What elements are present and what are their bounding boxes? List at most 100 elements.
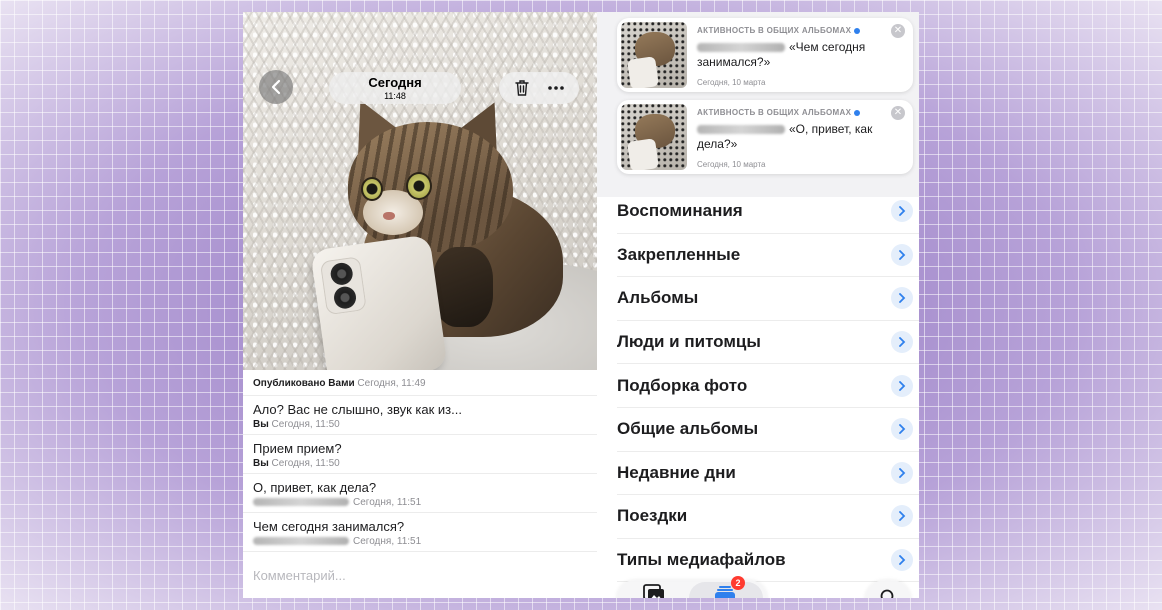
trash-icon xyxy=(515,80,529,96)
comment-time: Сегодня, 11:50 xyxy=(271,419,340,430)
thumb-phone xyxy=(627,56,659,88)
menu-item-pinned[interactable]: Закрепленные xyxy=(617,234,919,278)
notification-date: Сегодня, 10 марта xyxy=(697,78,766,87)
chevron-right-icon xyxy=(891,418,913,441)
menu-item-label: Общие альбомы xyxy=(617,419,759,439)
published-line: Опубликовано Вами Сегодня, 11:49 xyxy=(243,370,597,396)
notification-thumbnail xyxy=(621,104,687,170)
comment-author: Вы xyxy=(253,419,269,430)
phone-shape xyxy=(310,234,448,370)
chevron-right-icon xyxy=(891,374,913,397)
search-icon xyxy=(880,589,894,598)
menu-item-label: Поездки xyxy=(617,506,688,526)
menu-item-trips[interactable]: Поездки xyxy=(617,495,919,539)
comment-item[interactable]: Прием прием? Вы Сегодня, 11:50 xyxy=(243,435,597,474)
comment-item[interactable]: О, привет, как дела? Сегодня, 11:51 xyxy=(243,474,597,513)
unread-dot xyxy=(854,109,861,116)
chevron-right-icon xyxy=(891,287,913,310)
comment-text: Прием прием? xyxy=(253,441,342,456)
tab-group: 2 xyxy=(617,576,767,598)
notification-close-button[interactable]: ✕ xyxy=(891,106,905,120)
chevron-right-icon xyxy=(891,243,913,266)
menu-item-albums[interactable]: Альбомы xyxy=(617,277,919,321)
comment-time: Сегодня, 11:51 xyxy=(353,536,422,547)
published-time: Сегодня, 11:49 xyxy=(357,378,426,389)
cat-photo[interactable]: Сегодня 11:48 xyxy=(243,12,597,370)
action-pill xyxy=(499,72,579,104)
thumb-phone xyxy=(627,138,659,170)
menu-item-featured-photos[interactable]: Подборка фото xyxy=(617,364,919,408)
camera-lens xyxy=(332,285,358,311)
unread-dot xyxy=(854,27,861,34)
back-button[interactable] xyxy=(259,70,293,104)
comment-text: Ало? Вас не слышно, звук как из... xyxy=(253,402,462,417)
comment-time: Сегодня, 11:51 xyxy=(353,497,422,508)
menu-item-label: Люди и питомцы xyxy=(617,332,761,352)
comment-time: Сегодня, 11:50 xyxy=(271,458,340,469)
delete-button[interactable] xyxy=(509,75,535,101)
notification-card[interactable]: АКТИВНОСТЬ В ОБЩИХ АЛЬБОМАХ ✕ «Чем сегод… xyxy=(617,18,913,92)
menu-item-shared-albums[interactable]: Общие альбомы xyxy=(617,408,919,452)
notification-badge: 2 xyxy=(731,576,745,590)
notification-card[interactable]: АКТИВНОСТЬ В ОБЩИХ АЛЬБОМАХ ✕ «О, привет… xyxy=(617,100,913,174)
collections-panel: АКТИВНОСТЬ В ОБЩИХ АЛЬБОМАХ ✕ «Чем сегод… xyxy=(597,12,919,598)
menu-item-label: Типы медиафайлов xyxy=(617,550,786,570)
comment-item[interactable]: Ало? Вас не слышно, звук как из... Вы Се… xyxy=(243,396,597,435)
comments-section: Опубликовано Вами Сегодня, 11:49 Ало? Ва… xyxy=(243,370,597,552)
cat-eye-right xyxy=(406,172,432,200)
tab-bar: 2 xyxy=(597,572,919,598)
comment-text: О, привет, как дела? xyxy=(253,480,377,495)
notification-close-button[interactable]: ✕ xyxy=(891,24,905,38)
published-by: Опубликовано Вами xyxy=(253,378,355,389)
cat-eye-left xyxy=(361,177,383,201)
notification-body: «Чем сегодня занимался?» xyxy=(697,40,877,70)
more-icon xyxy=(548,86,564,90)
collections-menu: Воспоминания Закрепленные Альбомы Люди и… xyxy=(597,190,919,583)
chevron-right-icon xyxy=(891,505,913,528)
library-icon xyxy=(643,584,664,598)
camera-lens xyxy=(329,261,355,287)
notification-body: «О, привет, как дела?» xyxy=(697,122,877,152)
more-button[interactable] xyxy=(543,75,569,101)
comment-meta: Вы Сегодня, 11:50 xyxy=(253,458,587,469)
title-pill: Сегодня 11:48 xyxy=(329,72,461,104)
notifications-area: АКТИВНОСТЬ В ОБЩИХ АЛЬБОМАХ ✕ «Чем сегод… xyxy=(597,12,919,197)
notification-title-text: АКТИВНОСТЬ В ОБЩИХ АЛЬБОМАХ xyxy=(697,26,852,35)
viewer-subtitle: 11:48 xyxy=(384,91,406,101)
comment-item[interactable]: Чем сегодня занимался? Сегодня, 11:51 xyxy=(243,513,597,552)
menu-item-label: Недавние дни xyxy=(617,462,736,482)
notification-date: Сегодня, 10 марта xyxy=(697,160,766,169)
menu-item-label: Закрепленные xyxy=(617,244,741,264)
blurred-author-name xyxy=(253,498,349,507)
comment-author: Вы xyxy=(253,458,269,469)
menu-item-label: Воспоминания xyxy=(617,201,743,221)
comment-text: Чем сегодня занимался? xyxy=(253,519,405,534)
chevron-right-icon xyxy=(891,200,913,223)
comment-meta: Сегодня, 11:51 xyxy=(253,497,587,508)
notification-thumbnail xyxy=(621,22,687,88)
back-chevron-icon xyxy=(271,79,281,95)
comment-meta: Вы Сегодня, 11:50 xyxy=(253,419,587,430)
menu-item-recent-days[interactable]: Недавние дни xyxy=(617,452,919,496)
comment-meta: Сегодня, 11:51 xyxy=(253,536,587,547)
blurred-author-name xyxy=(697,125,785,135)
notification-title: АКТИВНОСТЬ В ОБЩИХ АЛЬБОМАХ xyxy=(697,26,861,35)
chevron-right-icon xyxy=(891,331,913,354)
comment-input[interactable]: Комментарий... xyxy=(253,568,346,583)
menu-item-people-pets[interactable]: Люди и питомцы xyxy=(617,321,919,365)
close-icon: ✕ xyxy=(893,107,903,118)
blurred-author-name xyxy=(253,537,349,546)
notification-title: АКТИВНОСТЬ В ОБЩИХ АЛЬБОМАХ xyxy=(697,108,861,117)
tab-library[interactable] xyxy=(643,584,665,598)
search-button[interactable] xyxy=(865,580,911,598)
viewer-title: Сегодня xyxy=(368,75,422,90)
menu-item-label: Подборка фото xyxy=(617,375,748,395)
phone-camera-block xyxy=(319,256,367,316)
close-icon: ✕ xyxy=(893,25,903,36)
cat-nose xyxy=(383,212,395,220)
menu-item-memories[interactable]: Воспоминания xyxy=(617,190,919,234)
chevron-right-icon xyxy=(891,549,913,572)
photo-viewer-panel: Сегодня 11:48 Опубликовано Вами Сегодня,… xyxy=(243,12,597,598)
chevron-right-icon xyxy=(891,461,913,484)
blurred-author-name xyxy=(697,43,785,53)
